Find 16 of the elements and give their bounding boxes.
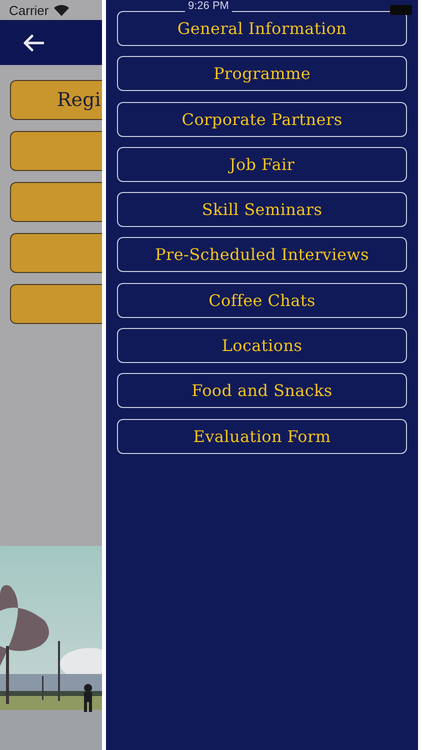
menu-item[interactable]: Evaluation Form bbox=[117, 418, 407, 454]
menu-item[interactable]: Skill Seminars bbox=[117, 192, 407, 228]
menu-item[interactable]: General Information bbox=[117, 11, 407, 46]
carrier-label: Carrier bbox=[9, 2, 49, 18]
menu-item[interactable]: Locations bbox=[117, 328, 407, 364]
back-arrow-icon[interactable] bbox=[22, 34, 44, 52]
battery-icon bbox=[390, 5, 412, 15]
menu-item[interactable]: Corporate Partners bbox=[117, 102, 407, 137]
menu-item[interactable]: Job Fair bbox=[117, 146, 407, 182]
menu-item[interactable]: Coffee Chats bbox=[117, 282, 407, 318]
menu-item[interactable]: Food and Snacks bbox=[117, 373, 407, 408]
menu-item[interactable]: Programme bbox=[117, 56, 407, 92]
wifi-icon bbox=[54, 4, 69, 16]
menu-button[interactable]: Regi bbox=[10, 80, 102, 120]
status-time: 9:26 PM bbox=[185, 0, 232, 13]
menu-item[interactable]: Pre-Scheduled Interviews bbox=[117, 237, 407, 272]
